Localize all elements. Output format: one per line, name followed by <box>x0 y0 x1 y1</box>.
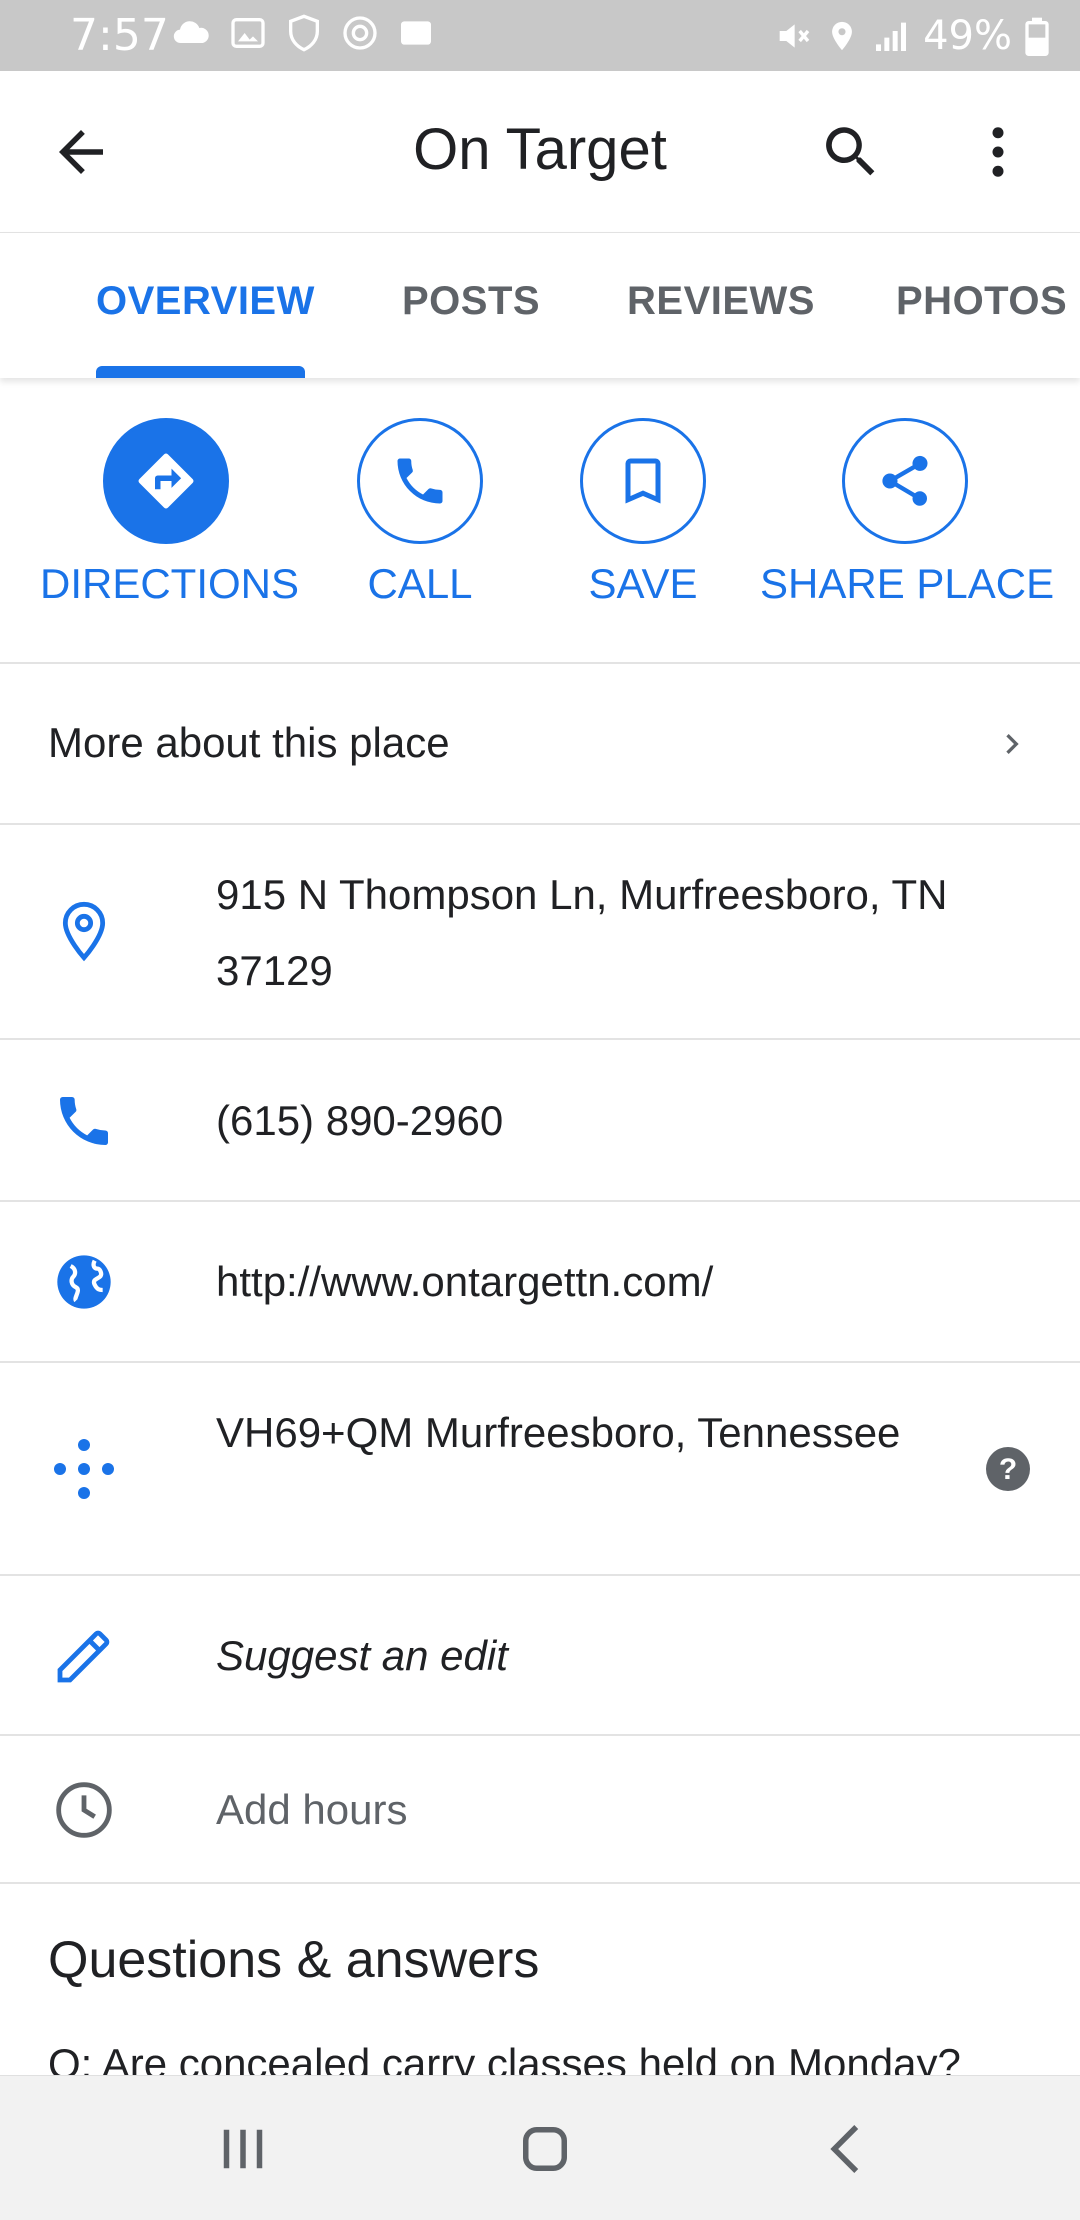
tab-posts[interactable]: POSTS <box>402 279 540 324</box>
back-nav-icon[interactable] <box>815 2116 881 2182</box>
directions-icon <box>138 453 194 509</box>
status-right-icons: 49% <box>773 13 1050 59</box>
call-circle <box>357 418 483 544</box>
plus-code-text: VH69+QM Murfreesboro, Tennessee <box>216 1409 901 1456</box>
share-circle <box>842 418 968 544</box>
phone-icon-wrap <box>48 1085 120 1157</box>
more-options-icon[interactable] <box>965 119 1031 185</box>
phone-icon <box>397 458 443 504</box>
status-left-icons <box>170 13 436 53</box>
suggest-edit-row[interactable]: Suggest an edit <box>0 1576 1080 1736</box>
bookmark-icon <box>625 458 661 504</box>
more-about-label: More about this place <box>48 719 450 766</box>
phone-row[interactable]: (615) 890-2960 <box>0 1040 1080 1202</box>
active-tab-indicator <box>96 366 305 378</box>
page-title: On Target <box>413 117 667 182</box>
sync-icon <box>401 21 431 45</box>
plus-code-icon-wrap <box>48 1433 120 1505</box>
share-icon <box>882 455 928 506</box>
status-bar: 7:57 49% <box>0 0 1080 71</box>
battery-percent: 49% <box>923 13 1012 59</box>
chevron-right-icon <box>1006 734 1019 754</box>
image-icon <box>231 18 265 48</box>
status-time: 7:57 <box>70 10 169 61</box>
directions-circle <box>103 418 229 544</box>
address-row[interactable]: 915 N Thompson Ln, Murfreesboro, TN 3712… <box>0 825 1080 1040</box>
suggest-edit-icon-wrap <box>48 1620 120 1692</box>
location-icon <box>832 21 853 51</box>
location-pin-icon <box>62 901 106 962</box>
suggest-edit-label: Suggest an edit <box>216 1632 508 1679</box>
screen: 7:57 49% On Target OVERVIEW POSTS REVIEW… <box>0 0 1080 2220</box>
call-label: CALL <box>367 560 473 607</box>
website-url: http://www.ontargettn.com/ <box>216 1258 714 1305</box>
tab-reviews[interactable]: REVIEWS <box>627 279 815 324</box>
at-icon <box>343 16 377 50</box>
share-place-label: SHARE PLACE <box>760 560 1055 607</box>
address-icon-wrap <box>48 895 120 967</box>
help-icon[interactable]: ? <box>984 1445 1032 1493</box>
svg-text:?: ? <box>999 1453 1017 1486</box>
shield-icon <box>289 14 319 52</box>
questions-title: Questions & answers <box>48 1931 540 1989</box>
app-bar: On Target <box>0 71 1080 234</box>
plus-code-row[interactable]: VH69+QM Murfreesboro, Tennessee ? <box>0 1363 1080 1576</box>
website-icon-wrap <box>48 1246 120 1318</box>
phone-icon <box>60 1097 108 1145</box>
battery-icon <box>1025 17 1049 56</box>
action-buttons: DIRECTIONS CALL SAVE SHARE PLACE <box>0 380 1080 664</box>
add-hours-icon-wrap <box>48 1774 120 1846</box>
more-about-row[interactable]: More about this place <box>0 662 1080 825</box>
tab-overview[interactable]: OVERVIEW <box>96 279 315 324</box>
pencil-icon <box>57 1630 110 1683</box>
website-row[interactable]: http://www.ontargettn.com/ <box>0 1202 1080 1363</box>
add-hours-label: Add hours <box>216 1786 408 1833</box>
cloud-icon <box>173 21 209 44</box>
add-hours-row[interactable]: Add hours <box>0 1736 1080 1884</box>
save-button[interactable]: SAVE <box>543 418 743 608</box>
system-nav-bar <box>0 2075 1080 2220</box>
directions-label: DIRECTIONS <box>40 560 300 607</box>
search-icon[interactable] <box>818 119 884 185</box>
call-button[interactable]: CALL <box>320 418 520 608</box>
phone-number: (615) 890-2960 <box>216 1097 504 1144</box>
signal-icon <box>876 22 907 51</box>
mute-icon <box>779 24 810 48</box>
home-icon[interactable] <box>512 2116 578 2182</box>
recent-apps-icon[interactable] <box>210 2116 276 2182</box>
address-text: 915 N Thompson Ln, Murfreesboro, TN 3712… <box>216 871 948 994</box>
tab-bar: OVERVIEW POSTS REVIEWS PHOTOS <box>0 233 1080 378</box>
globe-icon <box>57 1255 111 1309</box>
clock-icon <box>56 1782 112 1838</box>
directions-button[interactable]: DIRECTIONS <box>40 418 300 608</box>
tab-photos[interactable]: PHOTOS <box>896 279 1067 324</box>
plus-code-icon <box>54 1439 114 1499</box>
save-label: SAVE <box>588 560 698 607</box>
save-circle <box>580 418 706 544</box>
share-place-button[interactable]: SHARE PLACE <box>760 418 1055 608</box>
